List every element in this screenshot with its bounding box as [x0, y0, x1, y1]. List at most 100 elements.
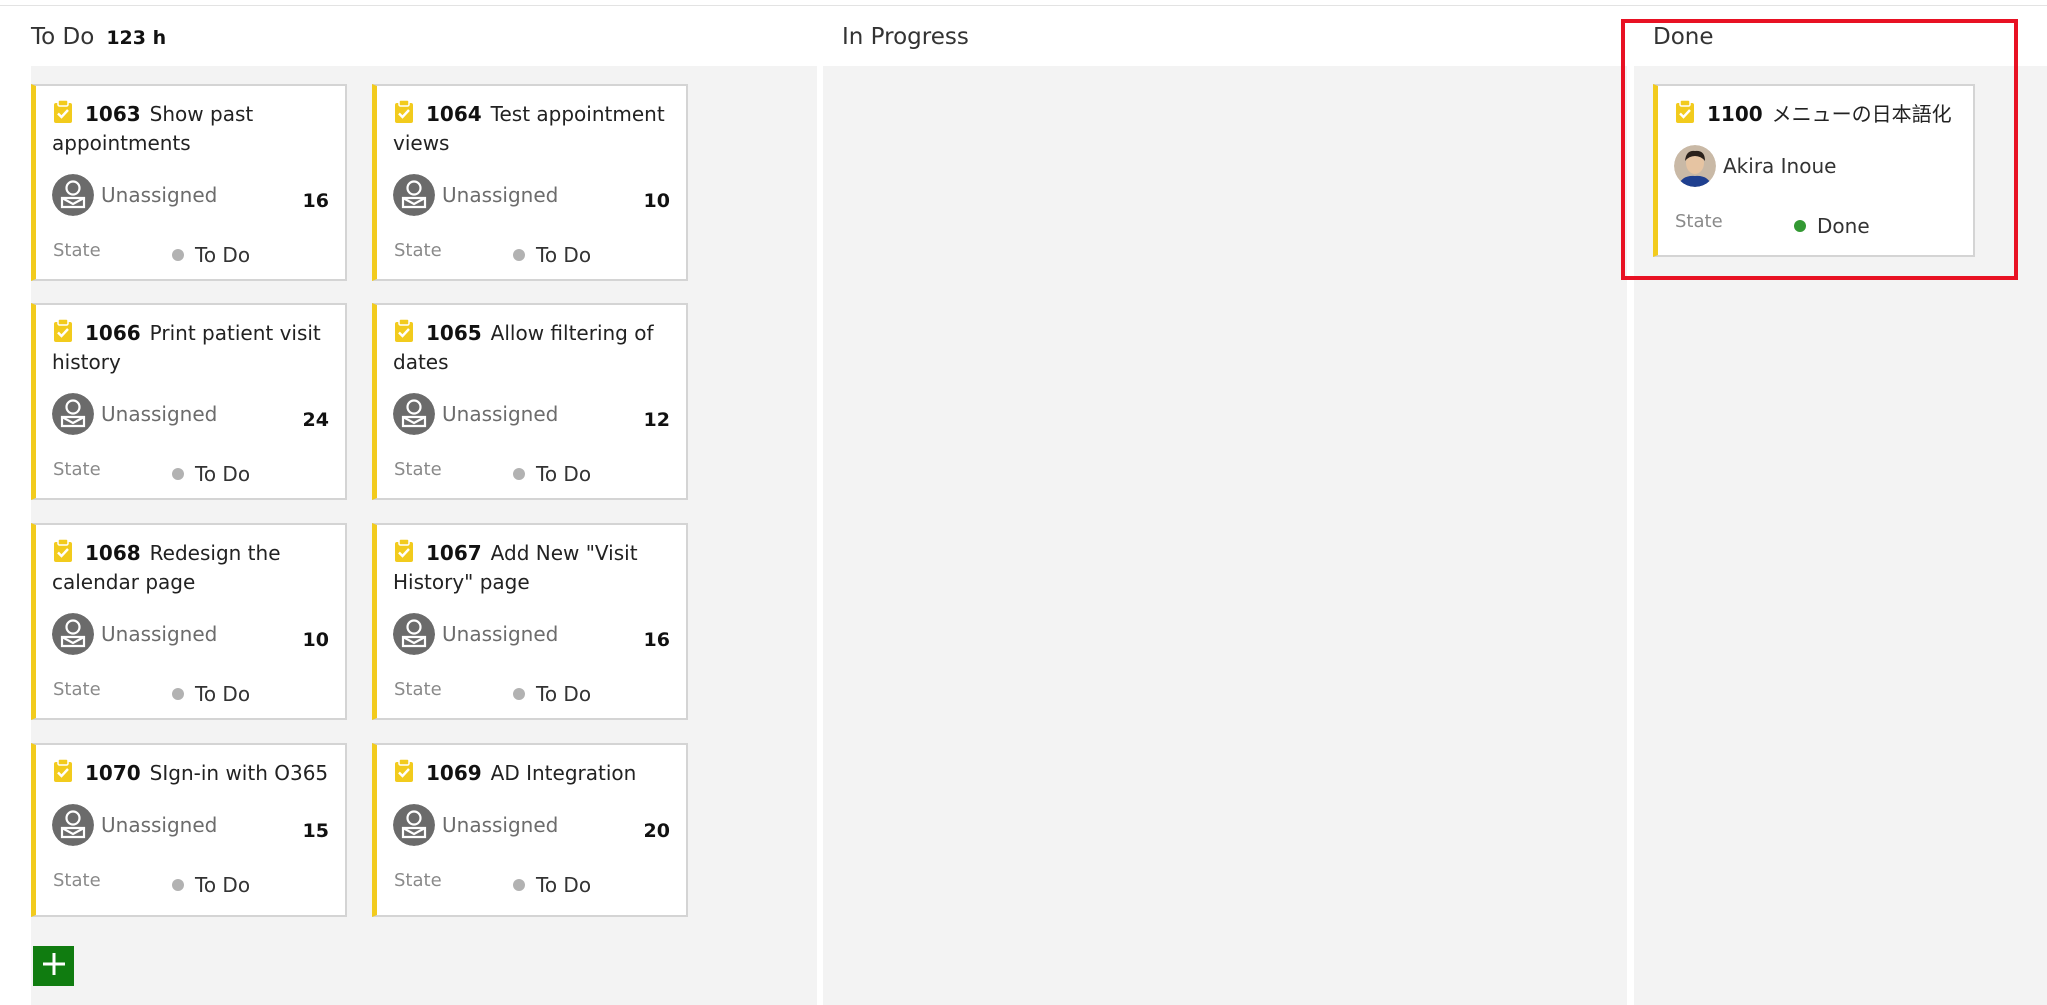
- assignee-name: Unassigned: [101, 622, 218, 646]
- assignee-name: Unassigned: [101, 183, 218, 207]
- work-item-title[interactable]: SIgn-in with O365: [150, 761, 328, 785]
- clipboard-check-icon: [52, 318, 74, 343]
- assignee[interactable]: Unassigned: [393, 613, 558, 655]
- work-item-id[interactable]: 1066: [85, 321, 141, 345]
- column-header-todo: To Do 123 h: [31, 24, 166, 58]
- card-title: 1068 Redesign the calendar page: [52, 538, 332, 597]
- work-item-id[interactable]: 1100: [1707, 102, 1763, 126]
- assignee[interactable]: Unassigned: [52, 613, 217, 655]
- state-field[interactable]: To Do: [513, 682, 591, 706]
- assignee[interactable]: Unassigned: [52, 393, 217, 435]
- state-value: To Do: [195, 873, 251, 897]
- remaining-hours: 15: [302, 820, 329, 842]
- state-value: To Do: [195, 243, 251, 267]
- card-title: 1065 Allow filtering of dates: [393, 318, 673, 377]
- state-dot-icon: [513, 468, 525, 480]
- card-title: 1069 AD Integration: [393, 758, 673, 788]
- state-label: State: [394, 679, 442, 700]
- assignee-name: Unassigned: [101, 402, 218, 426]
- remaining-hours: 24: [302, 409, 329, 431]
- clipboard-check-icon: [52, 99, 74, 124]
- work-item-id[interactable]: 1065: [426, 321, 482, 345]
- clipboard-check-icon: [393, 318, 415, 343]
- state-value: To Do: [195, 682, 251, 706]
- assignee-name: Unassigned: [442, 622, 559, 646]
- state-field[interactable]: Done: [1794, 214, 1870, 238]
- work-item-card[interactable]: 1069 AD Integration Unassigned 20 State T…: [372, 743, 688, 917]
- plus-icon: [41, 951, 67, 981]
- state-label: State: [53, 459, 101, 480]
- column-title-in-progress: In Progress: [842, 24, 969, 50]
- card-title: 1063 Show past appointments: [52, 99, 332, 158]
- assignee-name: Unassigned: [101, 813, 218, 837]
- work-item-card[interactable]: 1100 メニューの日本語化 Akira Inoue State Done: [1653, 84, 1975, 257]
- column-total-hours: 123 h: [106, 27, 167, 49]
- work-item-title[interactable]: AD Integration: [491, 761, 637, 785]
- state-field[interactable]: To Do: [513, 873, 591, 897]
- work-item-card[interactable]: 1070 SIgn-in with O365 Unassigned 15 Stat…: [31, 743, 347, 917]
- state-dot-icon: [513, 688, 525, 700]
- unassigned-user-icon: [393, 393, 435, 435]
- work-item-card[interactable]: 1063 Show past appointments Unassigned 16…: [31, 84, 347, 281]
- state-dot-icon: [1794, 220, 1806, 232]
- clipboard-check-icon: [1674, 99, 1696, 124]
- work-item-card[interactable]: 1064 Test appointment views Unassigned 10…: [372, 84, 688, 281]
- state-field[interactable]: To Do: [172, 873, 250, 897]
- state-value: To Do: [536, 243, 592, 267]
- state-value: To Do: [536, 682, 592, 706]
- work-item-card[interactable]: 1068 Redesign the calendar page Unassigne…: [31, 523, 347, 720]
- state-dot-icon: [172, 468, 184, 480]
- state-label: State: [1675, 211, 1723, 232]
- work-item-id[interactable]: 1069: [426, 761, 482, 785]
- state-label: State: [394, 870, 442, 891]
- unassigned-user-icon: [393, 613, 435, 655]
- work-item-card[interactable]: 1065 Allow filtering of dates Unassigned …: [372, 303, 688, 500]
- clipboard-check-icon: [52, 758, 74, 783]
- work-item-title[interactable]: メニューの日本語化: [1772, 102, 1952, 126]
- remaining-hours: 16: [302, 190, 329, 212]
- assignee[interactable]: Unassigned: [393, 174, 558, 216]
- card-title: 1067 Add New "Visit History" page: [393, 538, 673, 597]
- assignee[interactable]: Unassigned: [393, 393, 558, 435]
- state-field[interactable]: To Do: [172, 682, 250, 706]
- work-item-id[interactable]: 1070: [85, 761, 141, 785]
- unassigned-user-icon: [52, 393, 94, 435]
- state-value: To Do: [536, 462, 592, 486]
- work-item-id[interactable]: 1067: [426, 541, 482, 565]
- work-item-id[interactable]: 1064: [426, 102, 482, 126]
- card-title: 1100 メニューの日本語化: [1674, 99, 1954, 129]
- state-value: To Do: [536, 873, 592, 897]
- assignee[interactable]: Unassigned: [393, 804, 558, 846]
- unassigned-user-icon: [393, 804, 435, 846]
- column-in-progress: [823, 66, 1627, 1005]
- work-item-card[interactable]: 1066 Print patient visit history Unassign…: [31, 303, 347, 500]
- state-field[interactable]: To Do: [172, 462, 250, 486]
- state-value: Done: [1817, 214, 1870, 238]
- assignee[interactable]: Unassigned: [52, 174, 217, 216]
- state-dot-icon: [513, 249, 525, 261]
- work-item-id[interactable]: 1063: [85, 102, 141, 126]
- unassigned-user-icon: [393, 174, 435, 216]
- assignee[interactable]: Akira Inoue: [1674, 145, 1836, 187]
- assignee[interactable]: Unassigned: [52, 804, 217, 846]
- assignee-name: Unassigned: [442, 402, 559, 426]
- add-work-item-button[interactable]: [33, 946, 74, 986]
- work-item-title[interactable]: Show past appointments: [52, 102, 253, 155]
- state-label: State: [394, 459, 442, 480]
- card-title: 1064 Test appointment views: [393, 99, 673, 158]
- user-avatar: [1674, 145, 1716, 187]
- remaining-hours: 16: [643, 629, 670, 651]
- assignee-name: Akira Inoue: [1723, 154, 1837, 178]
- remaining-hours: 12: [643, 409, 670, 431]
- work-item-id[interactable]: 1068: [85, 541, 141, 565]
- state-field[interactable]: To Do: [172, 243, 250, 267]
- state-dot-icon: [172, 879, 184, 891]
- state-dot-icon: [513, 879, 525, 891]
- card-title: 1070 SIgn-in with O365: [52, 758, 332, 788]
- work-item-card[interactable]: 1067 Add New "Visit History" page Unassig…: [372, 523, 688, 720]
- state-field[interactable]: To Do: [513, 462, 591, 486]
- unassigned-user-icon: [52, 613, 94, 655]
- state-field[interactable]: To Do: [513, 243, 591, 267]
- clipboard-check-icon: [393, 758, 415, 783]
- column-title-todo: To Do: [31, 24, 95, 50]
